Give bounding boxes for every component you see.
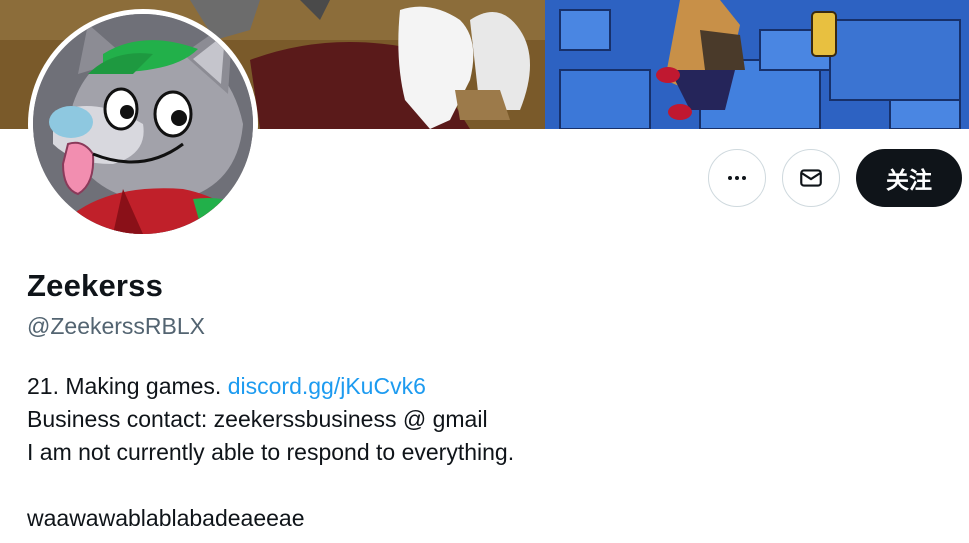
- envelope-icon: [800, 169, 822, 187]
- message-button[interactable]: [782, 149, 840, 207]
- bio-line-1: 21. Making games. discord.gg/jKuCvk6: [27, 370, 514, 403]
- bio-line-2: Business contact: zeekerssbusiness @ gma…: [27, 406, 488, 432]
- more-horizontal-icon: [728, 176, 746, 180]
- profile-bio: 21. Making games. discord.gg/jKuCvk6 Bus…: [27, 370, 514, 535]
- display-name: Zeekerss: [27, 268, 164, 303]
- more-options-button[interactable]: [708, 149, 766, 207]
- profile-page: 关注 Zeekerss @ZeekerssRBLX 21. Making gam…: [0, 0, 969, 543]
- bio-text: 21. Making games.: [27, 373, 228, 399]
- follow-button[interactable]: 关注: [856, 149, 962, 207]
- bio-blank-line: [27, 469, 514, 502]
- bio-line-3: I am not currently able to respond to ev…: [27, 439, 515, 465]
- profile-avatar[interactable]: [28, 9, 258, 239]
- user-handle: @ZeekerssRBLX: [27, 313, 206, 339]
- discord-link[interactable]: discord.gg/jKuCvk6: [228, 373, 426, 399]
- profile-actions: 关注: [708, 149, 962, 207]
- avatar-image: [33, 14, 253, 234]
- bio-line-5: waawawablablabadeaeeae: [27, 505, 305, 531]
